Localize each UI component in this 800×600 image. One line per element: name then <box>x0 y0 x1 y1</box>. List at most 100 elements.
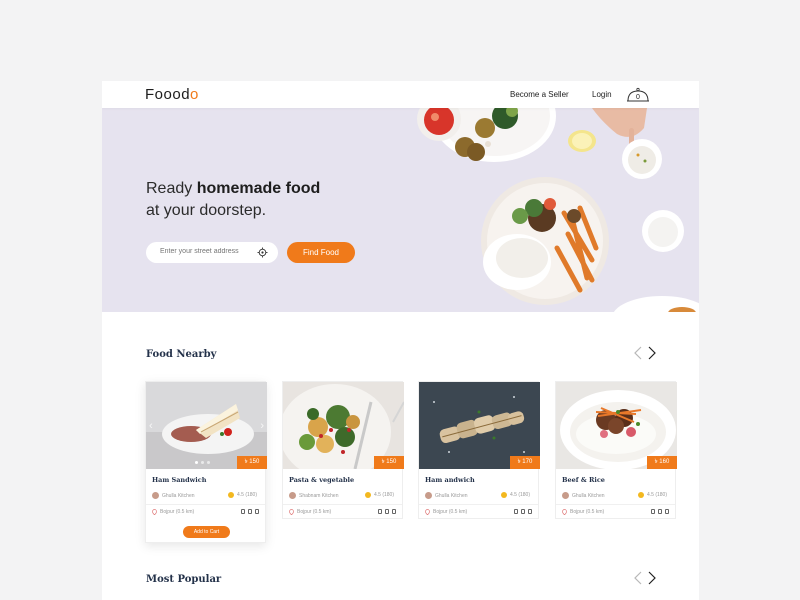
bag-icon[interactable] <box>514 509 518 514</box>
address-input[interactable] <box>160 248 256 255</box>
smiley-icon <box>227 492 234 498</box>
food-card[interactable]: ‹ › ৳ 150 Ham Sandwich Ghulla Kitchen 4.… <box>145 381 267 543</box>
nearby-prev-arrow-icon[interactable] <box>633 346 643 360</box>
become-seller-link[interactable]: Become a Seller <box>510 90 569 99</box>
page: Fooodo Become a Seller Login 0 Ready hom… <box>102 81 699 600</box>
bike-icon[interactable] <box>392 509 396 514</box>
smiley-icon <box>364 492 371 498</box>
bag-icon[interactable] <box>651 509 655 514</box>
bike-icon[interactable] <box>665 509 669 514</box>
rating: 4.5 (180) <box>364 492 394 498</box>
food-name[interactable]: Pasta & vegetable <box>289 476 354 484</box>
pin-icon <box>289 509 294 515</box>
pin-icon <box>152 509 157 515</box>
food-image: ‹ › ৳ 150 <box>146 382 267 469</box>
card-tools <box>241 509 259 514</box>
location: Bojpur (0.5 km) <box>425 509 467 515</box>
logo[interactable]: Fooodo <box>145 86 199 103</box>
divider <box>146 504 265 505</box>
login-link[interactable]: Login <box>592 90 612 99</box>
card-tools <box>378 509 396 514</box>
location-text: Bojpur (0.5 km) <box>297 509 332 515</box>
bike-icon[interactable] <box>528 509 532 514</box>
divider <box>556 504 675 505</box>
find-food-button[interactable]: Find Food <box>287 242 355 263</box>
cart-button[interactable]: 0 <box>626 86 650 104</box>
chef-avatar <box>425 492 432 499</box>
smiley-icon <box>500 492 507 498</box>
price-tag: ৳ 160 <box>647 456 677 469</box>
chef-info: Ghulla Kitchen <box>425 492 468 499</box>
chef-info: Ghulla Kitchen <box>562 492 605 499</box>
hero-title: Ready homemade food at your doorstep. <box>146 178 320 222</box>
food-image: ৳ 160 <box>556 382 677 469</box>
card-tools <box>651 509 669 514</box>
bag-icon[interactable] <box>378 509 382 514</box>
add-to-cart-button[interactable]: Add to Cart <box>183 526 230 538</box>
clipboard-icon[interactable] <box>658 509 662 514</box>
chef-name[interactable]: Shabnam Kitchen <box>299 493 338 499</box>
popular-prev-arrow-icon[interactable] <box>633 571 643 585</box>
card-tools <box>514 509 532 514</box>
dot[interactable] <box>195 461 198 464</box>
food-card[interactable]: ৳ 170 Ham andwich Ghulla Kitchen 4.5 (18… <box>418 381 540 519</box>
chef-avatar <box>289 492 296 499</box>
bike-icon[interactable] <box>255 509 259 514</box>
clipboard-icon[interactable] <box>521 509 525 514</box>
chef-avatar <box>562 492 569 499</box>
rating: 4.5 (180) <box>500 492 530 498</box>
image-prev-icon[interactable]: ‹ <box>149 420 153 432</box>
location: Bojpur (0.5 km) <box>152 509 194 515</box>
food-name[interactable]: Beef & Rice <box>562 476 605 484</box>
nearby-next-arrow-icon[interactable] <box>647 346 657 360</box>
location-text: Bojpur (0.5 km) <box>433 509 468 515</box>
price-tag: ৳ 150 <box>374 456 404 469</box>
food-name[interactable]: Ham Sandwich <box>152 476 206 484</box>
address-search-box[interactable] <box>146 242 278 263</box>
location: Bojpur (0.5 km) <box>289 509 331 515</box>
chef-info: Shabnam Kitchen <box>289 492 338 499</box>
price-tag: ৳ 150 <box>237 456 267 469</box>
food-card[interactable]: ৳ 150 Pasta & vegetable Shabnam Kitchen … <box>282 381 404 519</box>
dot[interactable] <box>201 461 204 464</box>
food-name[interactable]: Ham andwich <box>425 476 475 484</box>
pin-icon <box>425 509 430 515</box>
hero-banner: Ready homemade food at your doorstep. Fi… <box>102 108 699 312</box>
chef-avatar <box>152 492 159 499</box>
food-nearby-title: Food Nearby <box>146 349 217 360</box>
hero-title-plain: Ready <box>146 180 197 197</box>
chef-info: Ghulla Kitchen <box>152 492 195 499</box>
hero-title-line2: at your doorstep. <box>146 202 267 219</box>
price-tag: ৳ 170 <box>510 456 540 469</box>
divider <box>283 504 402 505</box>
clipboard-icon[interactable] <box>248 509 252 514</box>
chef-name[interactable]: Ghulla Kitchen <box>572 493 605 499</box>
rating-value: 4.5 (180) <box>373 492 394 498</box>
clipboard-icon[interactable] <box>385 509 389 514</box>
most-popular-title: Most Popular <box>146 574 222 585</box>
chef-name[interactable]: Ghulla Kitchen <box>162 493 195 499</box>
bag-icon[interactable] <box>241 509 245 514</box>
chef-name[interactable]: Ghulla Kitchen <box>435 493 468 499</box>
food-image: ৳ 150 <box>283 382 404 469</box>
image-dots <box>195 461 210 464</box>
food-card[interactable]: ৳ 160 Beef & Rice Ghulla Kitchen 4.5 (18… <box>555 381 677 519</box>
location: Bojpur (0.5 km) <box>562 509 604 515</box>
divider <box>419 504 538 505</box>
popular-next-arrow-icon[interactable] <box>647 571 657 585</box>
dot[interactable] <box>207 461 210 464</box>
logo-text: Fooodo <box>145 86 199 103</box>
location-text: Bojpur (0.5 km) <box>570 509 605 515</box>
image-next-icon[interactable]: › <box>260 420 264 432</box>
food-image: ৳ 170 <box>419 382 540 469</box>
rating-value: 4.5 (180) <box>509 492 530 498</box>
rating: 4.5 (180) <box>637 492 667 498</box>
rating-value: 4.5 (180) <box>646 492 667 498</box>
hero-title-bold: homemade food <box>196 180 321 197</box>
cart-count: 0 <box>636 94 640 101</box>
pin-icon <box>562 509 567 515</box>
rating: 4.5 (180) <box>227 492 257 498</box>
location-text: Bojpur (0.5 km) <box>160 509 195 515</box>
top-nav: Fooodo Become a Seller Login 0 <box>102 81 699 108</box>
locate-icon[interactable] <box>257 247 268 258</box>
